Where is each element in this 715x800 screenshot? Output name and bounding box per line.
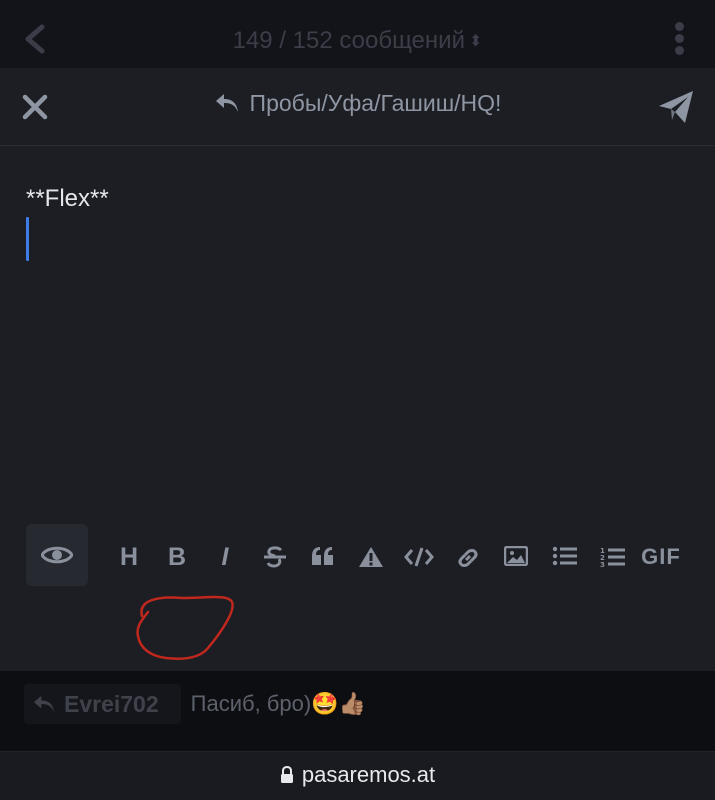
browser-url-bar[interactable]: pasaremos.at: [0, 751, 715, 800]
reply-icon: [215, 94, 238, 112]
message-preview: Evrei702 Пасиб, бро)🤩👍🏽: [0, 671, 715, 751]
preview-button[interactable]: [26, 524, 88, 586]
bold-button[interactable]: B: [160, 540, 194, 574]
strikethrough-icon: [264, 546, 286, 568]
code-button[interactable]: [402, 540, 436, 574]
link-icon: [458, 549, 478, 567]
heading-label: H: [119, 543, 139, 571]
gif-label: GIF: [641, 544, 681, 569]
lock-icon: [280, 765, 293, 783]
eye-icon: [41, 546, 73, 564]
gif-button[interactable]: GIF: [638, 540, 684, 574]
bulleted-list-button[interactable]: [548, 540, 582, 574]
reply-to-title: Пробы/Уфа/Гашиш/HQ!: [0, 90, 715, 117]
composer-header: Пробы/Уфа/Гашиш/HQ!: [0, 68, 715, 146]
heading-button[interactable]: H: [112, 540, 146, 574]
formatting-toolbar: H B I 1 2 3 GIF: [0, 524, 715, 588]
bullet-list-icon: [552, 546, 577, 566]
editor-text: **Flex**: [26, 185, 109, 212]
italic-label: I: [221, 543, 229, 571]
message-text: Пасиб, бро)🤩👍🏽: [190, 691, 366, 716]
url-domain: pasaremos.at: [301, 762, 436, 787]
numbered-list-button[interactable]: 1 2 3: [596, 540, 630, 574]
numbered-list-icon: 1 2 3: [600, 547, 625, 569]
quote-button[interactable]: [306, 540, 340, 574]
italic-button[interactable]: I: [208, 540, 242, 574]
link-button[interactable]: [451, 540, 485, 574]
sort-icon: ⬍: [468, 33, 483, 50]
text-caret: [26, 217, 29, 261]
image-button[interactable]: [499, 540, 533, 574]
warning-icon: [359, 547, 383, 567]
message-counter-text: 149 / 152 сообщений: [232, 27, 465, 54]
reply-author-chip[interactable]: Evrei702: [24, 684, 181, 724]
send-icon[interactable]: [657, 88, 695, 126]
quote-icon: [312, 547, 333, 565]
image-icon: [503, 545, 529, 567]
reply-to-topic: Пробы/Уфа/Гашиш/HQ!: [249, 90, 502, 116]
more-options-icon[interactable]: [675, 22, 687, 56]
message-editor[interactable]: **Flex**: [0, 147, 715, 587]
message-counter[interactable]: 149 / 152 сообщений ⬍: [0, 27, 715, 55]
bold-label: B: [167, 543, 187, 571]
code-icon: [404, 547, 434, 567]
strikethrough-button[interactable]: [258, 540, 292, 574]
topic-header: 149 / 152 сообщений ⬍: [0, 0, 715, 68]
spoiler-button[interactable]: [354, 540, 388, 574]
message-author: Evrei702: [64, 690, 159, 717]
svg-text:3: 3: [600, 561, 605, 568]
reply-icon: [34, 695, 54, 713]
